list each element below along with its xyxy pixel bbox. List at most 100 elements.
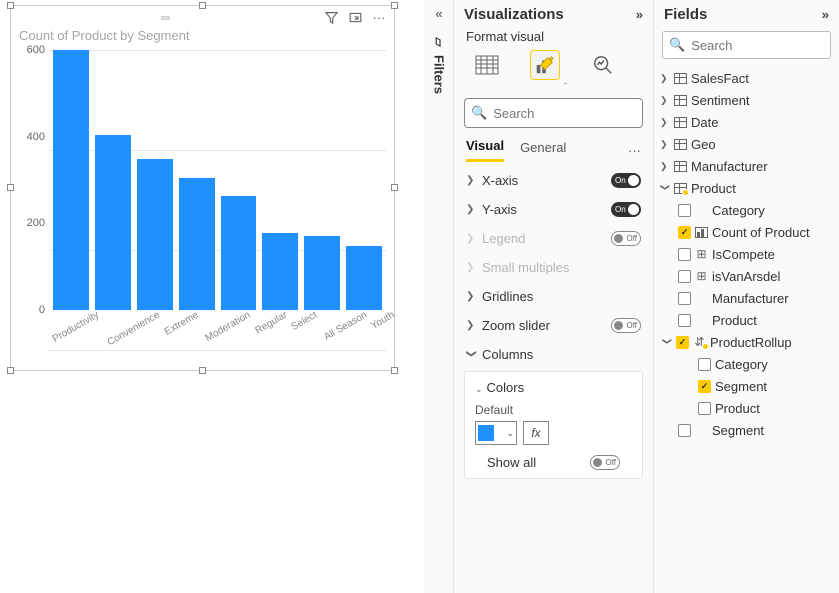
tab-more-icon[interactable]: ··· [628, 143, 641, 158]
toggle-y-axis[interactable]: On [611, 202, 641, 217]
chevron-right-icon: ❯ [660, 139, 670, 150]
drag-handle-icon[interactable]: ═ [161, 10, 172, 25]
focus-mode-icon[interactable] [348, 10, 362, 24]
bar[interactable] [179, 178, 215, 310]
field-category[interactable]: Category [658, 199, 835, 221]
chevron-down-icon: ❯ [660, 183, 671, 193]
table-sentiment[interactable]: ❯Sentiment [658, 89, 835, 111]
prop-gridlines[interactable]: ❯ Gridlines [454, 282, 653, 311]
table-icon [674, 95, 687, 106]
x-label: Moderation [204, 309, 269, 370]
resize-handle[interactable] [7, 2, 14, 9]
x-label: Youth [369, 309, 413, 357]
fields-pane-title: Fields [664, 6, 707, 23]
resize-handle[interactable] [7, 367, 14, 374]
field-rollup-segment[interactable]: Segment [658, 375, 835, 397]
filters-tab[interactable]: ▱ Filters [432, 35, 447, 94]
resize-handle[interactable] [199, 2, 206, 9]
prop-small-multiples[interactable]: ❯ Small multiples [454, 253, 653, 282]
y-tick: 600 [27, 44, 45, 56]
resize-handle[interactable] [391, 2, 398, 9]
tab-general[interactable]: General [520, 140, 566, 161]
field-rollup-category[interactable]: Category [658, 353, 835, 375]
chevron-right-icon: ❯ [466, 262, 476, 273]
prop-y-axis[interactable]: ❯ Y-axis On [454, 195, 653, 224]
viz-search-field[interactable] [493, 106, 669, 121]
checkbox[interactable] [678, 204, 691, 217]
prop-legend[interactable]: ❯ Legend Off [454, 224, 653, 253]
expand-pane-icon[interactable]: « [435, 6, 442, 21]
prop-columns[interactable]: ❯ Columns [454, 340, 653, 369]
resize-handle[interactable] [391, 367, 398, 374]
toggle-zoom[interactable]: Off [611, 318, 641, 333]
checkbox[interactable] [678, 248, 691, 261]
toggle-x-axis[interactable]: On [611, 173, 641, 188]
bar[interactable] [53, 50, 89, 310]
visual-container[interactable]: ═ ··· Count of Product by Segment 600 40… [10, 5, 395, 371]
resize-handle[interactable] [391, 184, 398, 191]
visualizations-pane: Visualizations » Format visual ⌃ 🔍 Visua… [453, 0, 653, 593]
collapse-pane-icon[interactable]: » [822, 7, 829, 22]
resize-handle[interactable] [7, 184, 14, 191]
fields-search-input[interactable]: 🔍 [662, 31, 831, 59]
checkbox[interactable] [698, 358, 711, 371]
tab-visual[interactable]: Visual [466, 138, 504, 162]
chevron-down-icon[interactable]: ⌄ [475, 384, 483, 394]
checkbox[interactable] [678, 424, 691, 437]
checkbox[interactable] [678, 292, 691, 305]
checkbox-checked[interactable] [698, 380, 711, 393]
checkbox[interactable] [678, 314, 691, 327]
table-salesfact[interactable]: ❯SalesFact [658, 67, 835, 89]
collapsed-filters-pane[interactable]: « ▱ Filters [425, 0, 453, 593]
fx-button[interactable]: fx [523, 421, 549, 445]
table-product[interactable]: ❯Product [658, 177, 835, 199]
chevron-right-icon: ❯ [466, 320, 476, 331]
chart-title: Count of Product by Segment [11, 28, 394, 45]
checkbox-checked[interactable] [678, 226, 691, 239]
table-icon [674, 73, 687, 84]
bar[interactable] [304, 236, 340, 310]
fields-search-field[interactable] [691, 38, 839, 53]
filter-icon[interactable] [324, 10, 338, 24]
field-isvanarsdel[interactable]: ⊞isVanArsdel [658, 265, 835, 287]
bar[interactable] [346, 246, 382, 310]
hierarchy-productrollup[interactable]: ❯⇵ProductRollup [658, 331, 835, 353]
build-visual-icon[interactable] [472, 50, 502, 80]
prop-x-axis[interactable]: ❯ X-axis On [454, 166, 653, 195]
table-date[interactable]: ❯Date [658, 111, 835, 133]
chevron-right-icon: ❯ [466, 175, 476, 186]
more-options-icon[interactable]: ··· [372, 10, 386, 24]
analytics-icon[interactable] [588, 50, 618, 80]
table-geo[interactable]: ❯Geo [658, 133, 835, 155]
show-all-label: Show all [487, 455, 536, 470]
format-visual-icon[interactable] [530, 50, 560, 80]
bar[interactable] [262, 233, 298, 310]
toggle-legend[interactable]: Off [611, 231, 641, 246]
bar[interactable] [95, 135, 131, 311]
field-segment[interactable]: Segment [658, 419, 835, 441]
bar[interactable] [221, 196, 257, 310]
fields-pane: Fields » 🔍 ❯SalesFact ❯Sentiment ❯Date ❯… [653, 0, 839, 593]
bar[interactable] [137, 159, 173, 310]
color-picker[interactable]: ⌄ [475, 421, 517, 445]
mode-caret-icon: ⌃ [478, 81, 653, 92]
field-product[interactable]: Product [658, 309, 835, 331]
collapse-pane-icon[interactable]: » [636, 7, 643, 22]
field-manufacturer[interactable]: Manufacturer [658, 287, 835, 309]
viz-search-input[interactable]: 🔍 [464, 98, 643, 128]
report-canvas[interactable]: ═ ··· Count of Product by Segment 600 40… [0, 0, 424, 593]
table-manufacturer[interactable]: ❯Manufacturer [658, 155, 835, 177]
y-axis: 600 400 200 0 [19, 50, 49, 310]
prop-zoom-slider[interactable]: ❯ Zoom slider Off [454, 311, 653, 340]
field-count-of-product[interactable]: Count of Product [658, 221, 835, 243]
default-color-label: Default [475, 403, 632, 417]
x-label: Convenience [105, 309, 177, 374]
toggle-show-all[interactable]: Off [590, 455, 620, 470]
field-iscompete[interactable]: ⊞IsCompete [658, 243, 835, 265]
checkbox-checked[interactable] [676, 336, 689, 349]
resize-handle[interactable] [199, 367, 206, 374]
chevron-right-icon: ❯ [466, 291, 476, 302]
field-rollup-product[interactable]: Product [658, 397, 835, 419]
checkbox[interactable] [698, 402, 711, 415]
checkbox[interactable] [678, 270, 691, 283]
